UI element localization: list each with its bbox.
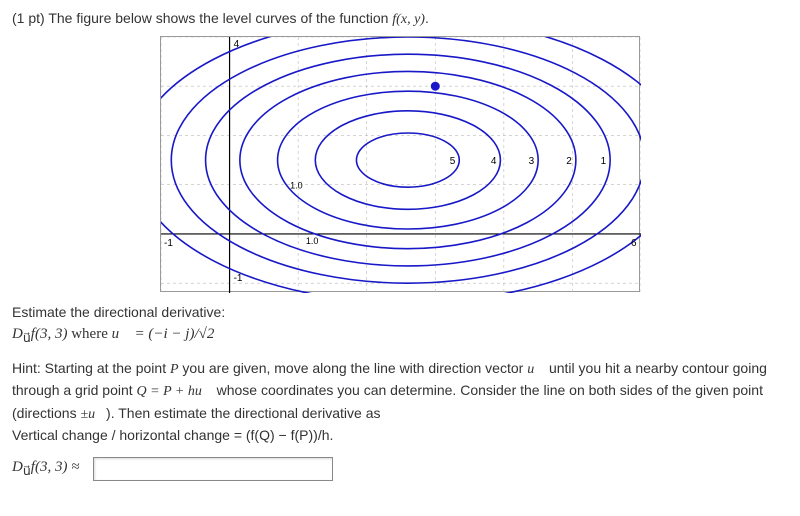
svg-text:3: 3	[529, 156, 535, 167]
svg-text:1: 1	[601, 156, 607, 167]
svg-text:1.0: 1.0	[306, 236, 319, 246]
problem-intro: (1 pt) The figure below shows the level …	[12, 10, 788, 28]
svg-text:5: 5	[450, 156, 456, 167]
hint-paragraph: Hint: Starting at the point P you are gi…	[12, 358, 788, 445]
answer-label: Du⃗f(3, 3) ≈	[12, 459, 79, 479]
answer-input[interactable]	[93, 457, 333, 481]
directional-derivative-formula: Du⃗f(3, 3) where u⃗ = (−i − j)/√2	[12, 326, 788, 346]
answer-row: Du⃗f(3, 3) ≈	[12, 457, 788, 481]
svg-text:6: 6	[631, 238, 637, 249]
hint-ratio: Vertical change / horizontal change = (f…	[12, 427, 333, 443]
svg-text:2: 2	[566, 156, 572, 167]
function-expr: f(x, y)	[392, 12, 425, 27]
estimate-label: Estimate the directional derivative:	[12, 304, 788, 320]
svg-text:4: 4	[491, 156, 497, 167]
points-label: (1 pt)	[12, 10, 45, 26]
svg-text:-1: -1	[164, 238, 173, 249]
svg-text:4: 4	[234, 39, 240, 50]
contour-svg: 5 4 3 2 1 -1 6 4 -1 1.0 1.0	[161, 37, 641, 293]
figure-container: 5 4 3 2 1 -1 6 4 -1 1.0 1.0	[12, 36, 788, 292]
contour-plot: 5 4 3 2 1 -1 6 4 -1 1.0 1.0	[160, 36, 640, 292]
svg-text:-1: -1	[234, 273, 243, 284]
svg-text:1.0: 1.0	[290, 181, 303, 191]
intro-text: The figure below shows the level curves …	[48, 10, 392, 26]
intro-end: .	[425, 10, 429, 26]
